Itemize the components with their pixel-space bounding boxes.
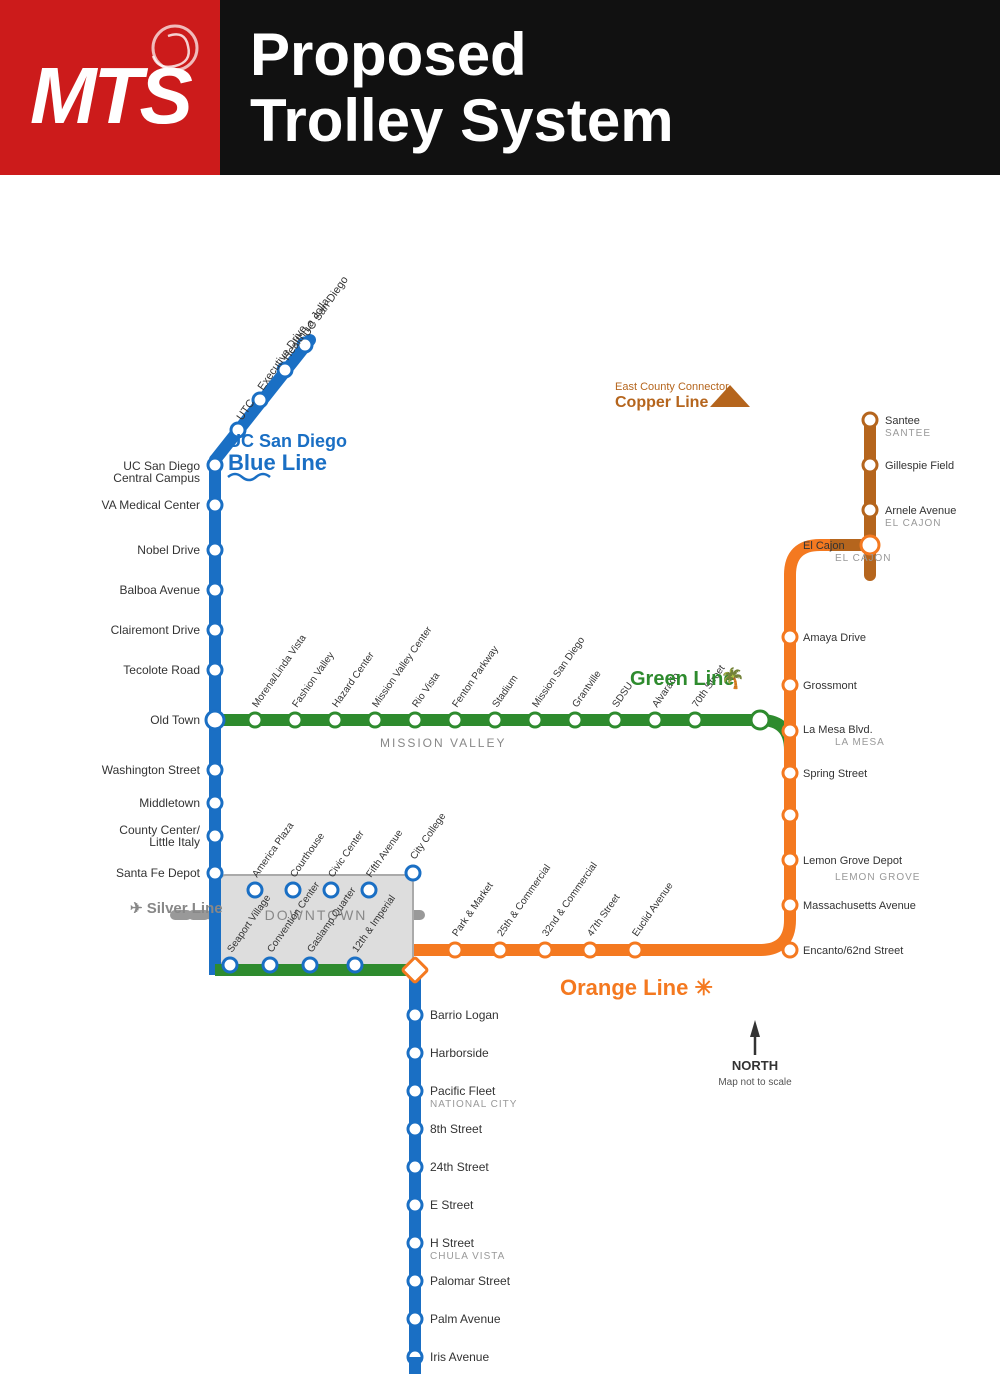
svg-text:Balboa Avenue: Balboa Avenue bbox=[119, 583, 200, 597]
svg-text:Little Italy: Little Italy bbox=[149, 835, 200, 849]
svg-text:✈ Silver Line: ✈ Silver Line bbox=[130, 900, 223, 917]
svg-text:Fashion Valley: Fashion Valley bbox=[290, 650, 336, 709]
svg-text:47th Street: 47th Street bbox=[585, 892, 622, 939]
svg-text:UC San Diego: UC San Diego bbox=[228, 431, 347, 451]
svg-text:24th Street: 24th Street bbox=[430, 1160, 489, 1174]
svg-text:Orange Line ✳: Orange Line ✳ bbox=[560, 975, 713, 1000]
svg-text:EL CAJON: EL CAJON bbox=[835, 553, 892, 564]
svg-text:Washington Street: Washington Street bbox=[102, 763, 201, 777]
svg-text:CHULA VISTA: CHULA VISTA bbox=[430, 1251, 505, 1262]
svg-text:Rio Vista: Rio Vista bbox=[410, 670, 442, 709]
svg-text:8th Street: 8th Street bbox=[430, 1122, 483, 1136]
svg-text:Map not to scale: Map not to scale bbox=[718, 1077, 792, 1088]
svg-text:Nobel Drive: Nobel Drive bbox=[137, 543, 200, 557]
svg-text:MTS: MTS bbox=[30, 51, 193, 140]
svg-text:Civic Center: Civic Center bbox=[326, 828, 367, 879]
mts-logo: MTS bbox=[0, 0, 220, 175]
svg-text:🌴: 🌴 bbox=[720, 666, 745, 690]
svg-text:Iris Avenue: Iris Avenue bbox=[430, 1350, 489, 1364]
svg-text:Grossmont: Grossmont bbox=[803, 680, 857, 692]
svg-text:Old Town: Old Town bbox=[150, 713, 200, 727]
svg-text:City College: City College bbox=[408, 811, 448, 862]
svg-text:Santa Fe Depot: Santa Fe Depot bbox=[116, 866, 201, 880]
svg-text:Park & Market: Park & Market bbox=[450, 880, 495, 938]
svg-text:Green Line: Green Line bbox=[630, 668, 734, 690]
svg-text:NORTH: NORTH bbox=[732, 1058, 778, 1073]
svg-text:H Street: H Street bbox=[430, 1236, 475, 1250]
svg-text:East County Connector: East County Connector bbox=[615, 381, 729, 393]
svg-text:Massachusetts Avenue: Massachusetts Avenue bbox=[803, 900, 916, 912]
svg-text:Palomar Street: Palomar Street bbox=[430, 1274, 511, 1288]
svg-text:Lemon Grove Depot: Lemon Grove Depot bbox=[803, 855, 902, 867]
svg-text:Central Campus: Central Campus bbox=[113, 471, 200, 485]
svg-text:Middletown: Middletown bbox=[139, 796, 200, 810]
svg-text:Fifth Avenue: Fifth Avenue bbox=[364, 828, 405, 880]
svg-text:Stadium: Stadium bbox=[490, 673, 520, 709]
svg-text:Clairemont Drive: Clairemont Drive bbox=[111, 623, 201, 637]
header: MTS Proposed Trolley System bbox=[0, 0, 1000, 175]
svg-text:Tecolote Road: Tecolote Road bbox=[123, 663, 200, 677]
svg-text:Copper Line: Copper Line bbox=[615, 394, 708, 411]
svg-text:LA MESA: LA MESA bbox=[835, 737, 885, 748]
svg-text:EL CAJON: EL CAJON bbox=[885, 518, 942, 529]
svg-text:NATIONAL CITY: NATIONAL CITY bbox=[430, 1099, 517, 1110]
svg-text:DOWNTOWN: DOWNTOWN bbox=[265, 907, 368, 923]
header-title: Proposed Trolley System bbox=[220, 22, 674, 154]
svg-text:SANTEE: SANTEE bbox=[885, 428, 931, 439]
svg-text:Encanto/62nd Street: Encanto/62nd Street bbox=[803, 945, 903, 957]
svg-text:Barrio Logan: Barrio Logan bbox=[430, 1008, 499, 1022]
svg-text:Palm Avenue: Palm Avenue bbox=[430, 1312, 501, 1326]
transit-map: UC San Diego Health La Jolla Executive D… bbox=[0, 175, 1000, 1374]
svg-text:LEMON GROVE: LEMON GROVE bbox=[835, 872, 920, 883]
svg-text:Harborside: Harborside bbox=[430, 1046, 489, 1060]
svg-text:Grantville: Grantville bbox=[570, 668, 603, 709]
svg-text:Pacific Fleet: Pacific Fleet bbox=[430, 1084, 496, 1098]
svg-text:VA Medical Center: VA Medical Center bbox=[102, 498, 201, 512]
svg-text:Spring Street: Spring Street bbox=[803, 768, 867, 780]
svg-text:El Cajon: El Cajon bbox=[803, 540, 845, 552]
svg-text:E Street: E Street bbox=[430, 1198, 474, 1212]
svg-text:Santee: Santee bbox=[885, 415, 920, 427]
svg-text:Euclid Avenue: Euclid Avenue bbox=[630, 880, 676, 938]
svg-text:La Mesa Blvd.: La Mesa Blvd. bbox=[803, 724, 873, 736]
svg-text:Arnele Avenue: Arnele Avenue bbox=[885, 505, 956, 517]
svg-text:Gillespie Field: Gillespie Field bbox=[885, 460, 954, 472]
svg-text:Hazard Center: Hazard Center bbox=[330, 650, 377, 710]
svg-text:Amaya Drive: Amaya Drive bbox=[803, 632, 866, 644]
svg-text:Blue Line: Blue Line bbox=[228, 450, 327, 475]
svg-text:Courthouse: Courthouse bbox=[288, 831, 327, 880]
svg-text:MISSION VALLEY: MISSION VALLEY bbox=[380, 736, 506, 750]
